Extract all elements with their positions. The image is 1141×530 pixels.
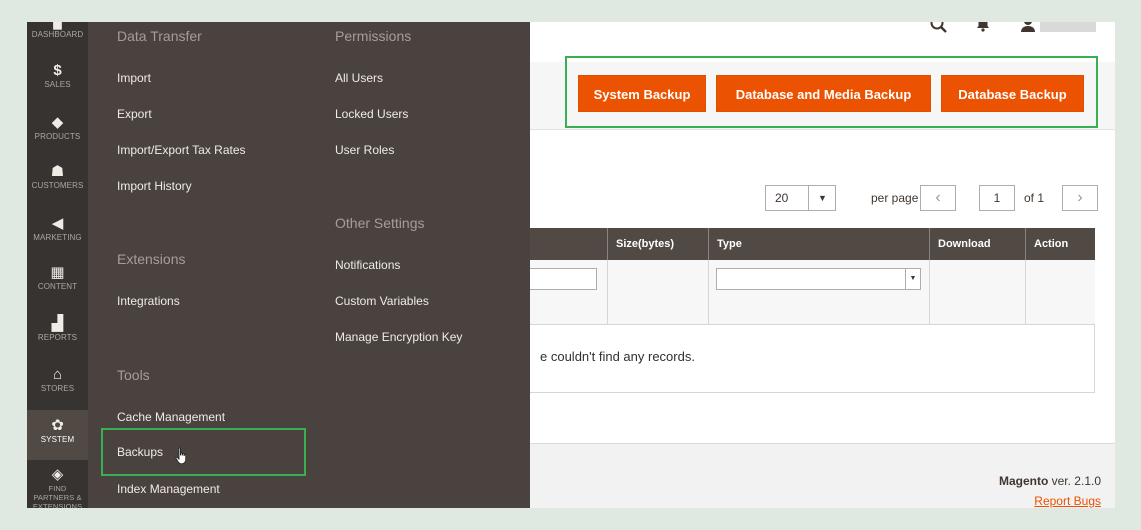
nav-customers[interactable]: ☗ CUSTOMERS bbox=[27, 163, 88, 197]
version-number: ver. 2.1.0 bbox=[1048, 474, 1101, 488]
chevron-down-icon: ▼ bbox=[808, 186, 836, 210]
system-backup-button[interactable]: System Backup bbox=[578, 75, 706, 112]
megaphone-icon: ◀ bbox=[51, 215, 64, 232]
column-size[interactable]: Size(bytes) bbox=[607, 228, 708, 260]
chevron-left-icon: ‹ bbox=[935, 189, 941, 206]
per-page-label: per page bbox=[871, 191, 919, 205]
menu-item-user-roles[interactable]: User Roles bbox=[335, 143, 394, 157]
menu-item-import-history[interactable]: Import History bbox=[117, 179, 192, 193]
layout-icon: ▦ bbox=[50, 264, 65, 281]
filter-cell-divider bbox=[929, 260, 930, 325]
magento-brand: Magento bbox=[998, 474, 1049, 488]
chevron-down-icon: ▼ bbox=[905, 269, 920, 289]
filter-cell-divider bbox=[1025, 260, 1026, 325]
menu-item-import[interactable]: Import bbox=[117, 71, 151, 85]
per-page-value: 20 bbox=[775, 191, 789, 205]
page-number-input[interactable]: 1 bbox=[979, 185, 1015, 211]
group-title-tools: Tools bbox=[117, 367, 150, 383]
menu-item-import-export-tax-rates[interactable]: Import/Export Tax Rates bbox=[117, 143, 246, 157]
menu-item-backups[interactable]: Backups bbox=[101, 428, 306, 476]
prev-page-button[interactable]: ‹ bbox=[920, 185, 956, 211]
name-filter-input[interactable] bbox=[530, 268, 597, 290]
gear-icon: ✿ bbox=[51, 417, 64, 434]
column-download[interactable]: Download bbox=[929, 228, 1025, 260]
bell-icon[interactable] bbox=[976, 22, 990, 32]
database-backup-button[interactable]: Database Backup bbox=[941, 75, 1084, 112]
menu-item-index-management[interactable]: Index Management bbox=[117, 482, 220, 496]
column-type[interactable]: Type bbox=[708, 228, 929, 260]
grid-empty-row: e couldn't find any records. bbox=[530, 325, 1095, 393]
user-menu-bar[interactable] bbox=[1040, 22, 1096, 32]
dashboard-icon: ▅ bbox=[53, 22, 62, 30]
nav-stores[interactable]: ⌂ STORES bbox=[27, 366, 88, 400]
system-menu-flyout: Data Transfer Import Export Import/Expor… bbox=[88, 22, 530, 508]
group-title-other-settings: Other Settings bbox=[335, 215, 425, 231]
nav-sales[interactable]: $ SALES bbox=[27, 62, 88, 96]
menu-item-cache-management[interactable]: Cache Management bbox=[117, 410, 225, 424]
box-icon: ◈ bbox=[51, 466, 64, 483]
report-bugs-link[interactable]: Report Bugs bbox=[1034, 494, 1101, 508]
filter-cell-divider bbox=[607, 260, 608, 325]
nav-products[interactable]: ◆ PRODUCTS bbox=[27, 114, 88, 148]
group-title-data-transfer: Data Transfer bbox=[117, 28, 202, 44]
menu-item-notifications[interactable]: Notifications bbox=[335, 258, 400, 272]
admin-footer: Magento ver. 2.1.0 Report Bugs bbox=[530, 443, 1115, 508]
filter-cell-divider bbox=[708, 260, 709, 325]
grid-header-row: Size(bytes) Type Download Action bbox=[530, 228, 1095, 260]
admin-window: ▅ DASHBOARD $ SALES ◆ PRODUCTS ☗ CUSTOME… bbox=[27, 22, 1115, 508]
menu-item-export[interactable]: Export bbox=[117, 107, 152, 121]
main-content: System Backup Database and Media Backup … bbox=[530, 22, 1115, 508]
nav-find-partners[interactable]: ◈ FIND PARTNERS & EXTENSIONS bbox=[27, 464, 88, 508]
person-icon: ☗ bbox=[50, 163, 65, 180]
group-title-extensions: Extensions bbox=[117, 251, 186, 267]
nav-content[interactable]: ▦ CONTENT bbox=[27, 264, 88, 298]
dollar-icon: $ bbox=[53, 62, 62, 79]
menu-item-manage-encryption-key[interactable]: Manage Encryption Key bbox=[335, 330, 462, 344]
menu-item-integrations[interactable]: Integrations bbox=[117, 294, 180, 308]
group-title-permissions: Permissions bbox=[335, 28, 412, 44]
nav-system[interactable]: ✿ SYSTEM bbox=[27, 410, 88, 460]
type-filter-select[interactable]: ▼ bbox=[716, 268, 921, 290]
empty-records-message: e couldn't find any records. bbox=[540, 349, 695, 364]
hand-cursor-icon bbox=[175, 447, 187, 465]
version-text: Magento ver. 2.1.0 bbox=[999, 474, 1101, 488]
search-icon[interactable] bbox=[930, 22, 948, 34]
cube-icon: ◆ bbox=[51, 114, 64, 131]
per-page-select[interactable]: 20 ▼ bbox=[765, 185, 836, 211]
next-page-button[interactable]: › bbox=[1062, 185, 1098, 211]
column-action[interactable]: Action bbox=[1025, 228, 1095, 260]
chevron-right-icon: › bbox=[1077, 189, 1083, 206]
bar-chart-icon: ▟ bbox=[51, 315, 64, 332]
database-and-media-backup-button[interactable]: Database and Media Backup bbox=[716, 75, 931, 112]
user-icon[interactable] bbox=[1020, 22, 1036, 32]
nav-dashboard[interactable]: ▅ DASHBOARD bbox=[27, 22, 88, 44]
page-total: of 1 bbox=[1024, 191, 1045, 205]
menu-item-locked-users[interactable]: Locked Users bbox=[335, 107, 408, 121]
nav-reports[interactable]: ▟ REPORTS bbox=[27, 315, 88, 349]
nav-marketing[interactable]: ◀ MARKETING bbox=[27, 215, 88, 249]
storefront-icon: ⌂ bbox=[52, 366, 63, 383]
menu-item-all-users[interactable]: All Users bbox=[335, 71, 383, 85]
menu-item-backups-label: Backups bbox=[117, 445, 164, 459]
admin-sidebar: ▅ DASHBOARD $ SALES ◆ PRODUCTS ☗ CUSTOME… bbox=[27, 22, 88, 508]
menu-item-custom-variables[interactable]: Custom Variables bbox=[335, 294, 429, 308]
